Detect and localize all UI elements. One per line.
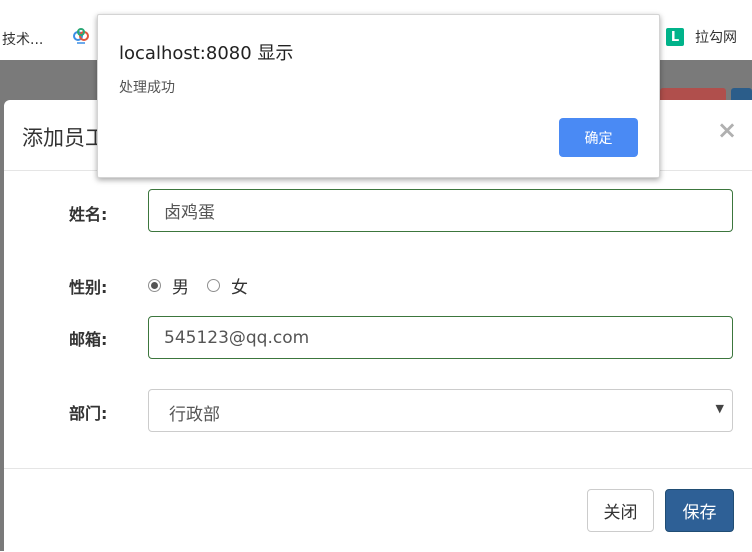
department-select[interactable]: 行政部 ▼ (148, 389, 733, 432)
name-input[interactable] (148, 189, 733, 232)
modal-title: 添加员工 (22, 126, 106, 150)
gender-radio-group: 男 女 (148, 273, 266, 298)
gender-radio-male[interactable] (148, 279, 161, 292)
gender-radio-female[interactable] (207, 279, 220, 292)
cloud-logo-icon[interactable] (72, 27, 90, 45)
gender-option-male-label: 男 (172, 278, 189, 298)
department-label: 部门: (69, 404, 108, 423)
gender-label: 性别: (69, 278, 108, 297)
name-label: 姓名: (69, 205, 108, 224)
close-icon[interactable]: × (717, 116, 737, 144)
bookmark-item-lagou[interactable]: L 拉勾网 (666, 27, 737, 47)
email-label: 邮箱: (69, 330, 108, 349)
bookmark-item-tech[interactable]: 技术... (2, 29, 43, 49)
close-button[interactable]: 关闭 (587, 489, 654, 532)
lagou-logo-icon: L (666, 28, 684, 46)
department-select-value: 行政部 (169, 405, 220, 425)
alert-message: 处理成功 (119, 80, 175, 96)
browser-alert-dialog: localhost:8080 显示 处理成功 确定 (97, 14, 660, 178)
bookmark-lagou-label: 拉勾网 (695, 30, 737, 46)
alert-ok-button[interactable]: 确定 (559, 118, 638, 157)
modal-footer: 关闭 保存 (4, 468, 752, 552)
alert-title: localhost:8080 显示 (119, 43, 294, 64)
email-input[interactable] (148, 316, 733, 359)
save-button[interactable]: 保存 (665, 489, 734, 532)
gender-option-female-label: 女 (231, 278, 248, 298)
chevron-down-icon: ▼ (715, 402, 724, 415)
